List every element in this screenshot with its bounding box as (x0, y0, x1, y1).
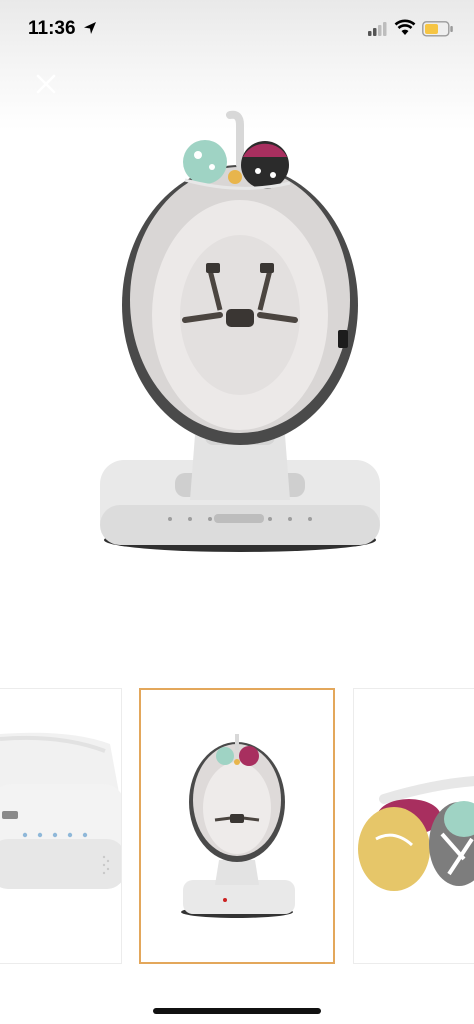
thumb-toy-image (358, 776, 474, 891)
thumb-full-product[interactable] (139, 688, 335, 964)
status-time: 11:36 (28, 18, 76, 39)
product-hero-image (100, 110, 380, 552)
wifi-icon (394, 19, 416, 35)
cellular-signal-icon (368, 22, 387, 36)
thumb-base-closeup[interactable] (0, 688, 122, 964)
thumb-toy-mobile[interactable] (353, 688, 474, 964)
status-bar: 11:36 (0, 0, 474, 60)
close-icon (36, 74, 56, 94)
battery-icon (422, 21, 453, 37)
thumb-base-image (0, 732, 121, 889)
close-button[interactable] (30, 68, 62, 100)
location-arrow-icon (84, 22, 96, 34)
home-indicator[interactable] (153, 1008, 321, 1014)
thumb-product-image (181, 734, 295, 918)
